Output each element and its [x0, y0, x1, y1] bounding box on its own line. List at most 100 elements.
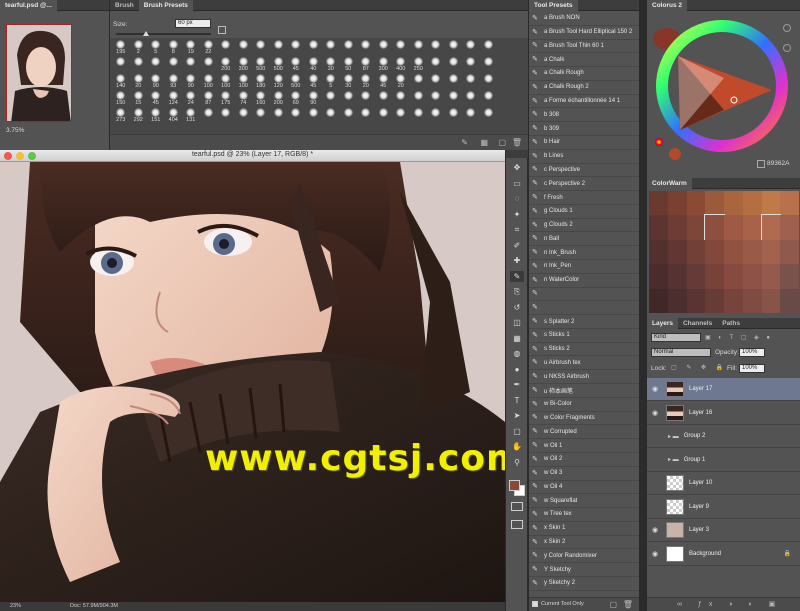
clone-stamp-tool-icon[interactable]: ⎘: [510, 286, 524, 297]
preset-item[interactable]: ✎ a Brush Tool Hard Elliptical 150 2: [529, 26, 639, 40]
brush-preset-cell[interactable]: [462, 57, 480, 74]
grid-icon[interactable]: ▦: [480, 138, 488, 147]
preset-item[interactable]: ✎ g Clouds 1: [529, 205, 639, 219]
color-swatch[interactable]: [705, 239, 724, 265]
color-swatch[interactable]: [704, 214, 725, 241]
brush-tool-icon[interactable]: ✎: [510, 270, 524, 282]
brush-preset-cell[interactable]: [357, 91, 375, 108]
layer-row[interactable]: ▸ ▬ Group 2: [647, 425, 800, 448]
color-swatch[interactable]: [780, 288, 799, 313]
brush-preset-cell[interactable]: [182, 57, 200, 74]
blend-mode-select[interactable]: Normal: [651, 348, 711, 357]
options-icon[interactable]: [783, 44, 791, 52]
gradient-tool-icon[interactable]: ▦: [510, 333, 524, 344]
brush-preset-cell[interactable]: 195: [112, 40, 130, 57]
brush-preset-cell[interactable]: 69: [287, 91, 305, 108]
layer-row[interactable]: ◉ Layer 17: [647, 378, 800, 401]
marquee-tool-icon[interactable]: ▭: [510, 178, 524, 189]
brush-preset-cell[interactable]: [410, 74, 428, 91]
brush-preset-cell[interactable]: [445, 57, 463, 74]
navigator-zoom[interactable]: 3.75%: [6, 127, 24, 134]
preset-item[interactable]: ✎ a Brush Tool Thin 60 1: [529, 40, 639, 54]
brush-preset-cell[interactable]: 120: [270, 74, 288, 91]
brush-preset-cell[interactable]: [200, 108, 218, 125]
brush-preset-cell[interactable]: 87: [357, 57, 375, 74]
brush-preset-cell[interactable]: 500: [252, 57, 270, 74]
preset-item[interactable]: ✎ w Bi-Color: [529, 398, 639, 412]
brush-preset-cell[interactable]: 45: [287, 57, 305, 74]
preset-item[interactable]: ✎ w Oil 2: [529, 453, 639, 467]
preset-item[interactable]: ✎ x Skin 1: [529, 522, 639, 536]
preset-item[interactable]: ✎ w Squareflat: [529, 494, 639, 509]
color-swatch[interactable]: [724, 264, 743, 289]
color-swatch[interactable]: [649, 191, 668, 216]
settings-icon[interactable]: [783, 24, 791, 32]
brush-preset-cell[interactable]: 45: [305, 74, 323, 91]
color-swatch[interactable]: [649, 264, 668, 289]
eyedropper-tool-icon[interactable]: ✐: [510, 240, 524, 251]
move-tool-icon[interactable]: ✥: [510, 162, 524, 173]
color-swatch[interactable]: [667, 239, 687, 265]
layer-row[interactable]: ▸ ▬ Group 1: [647, 449, 800, 472]
brush-preset-cell[interactable]: [462, 74, 480, 91]
brush-preset-cell[interactable]: 140: [112, 74, 130, 91]
crop-tool-icon[interactable]: ⌗: [510, 224, 524, 235]
brush-preset-cell[interactable]: [112, 57, 130, 74]
brush-preset-cell[interactable]: [410, 40, 428, 57]
brush-preset-cell[interactable]: [147, 57, 165, 74]
preset-item[interactable]: ✎ b Hair: [529, 136, 639, 150]
color-swatch[interactable]: [742, 239, 762, 265]
color-mode-icon[interactable]: [655, 138, 663, 146]
color-swatch[interactable]: [686, 239, 706, 265]
brush-preset-cell[interactable]: [375, 40, 393, 57]
preset-item[interactable]: ✎ a Forme échantillonnée 14 1: [529, 95, 639, 109]
brush-preset-cell[interactable]: 20: [130, 74, 148, 91]
brush-preset-cell[interactable]: [462, 108, 480, 125]
color-swatch[interactable]: [649, 288, 668, 313]
layer-row[interactable]: ◉ Layer 16: [647, 402, 800, 425]
brush-tool-icon[interactable]: ✎: [461, 138, 468, 147]
preset-item[interactable]: ✎ w Oil 1: [529, 439, 639, 453]
brush-preset-cell[interactable]: 87: [200, 91, 218, 108]
folder-icon[interactable]: ▸ ▬: [668, 456, 679, 463]
color-swatch[interactable]: [686, 288, 706, 313]
dodge-tool-icon[interactable]: ●: [510, 364, 524, 375]
brush-preset-cell[interactable]: [287, 108, 305, 125]
preset-item[interactable]: ✎ f Fresh: [529, 191, 639, 205]
preset-item[interactable]: ✎ a Brush NON: [529, 12, 639, 26]
tab-colorwarm[interactable]: ColorWarm: [647, 178, 692, 189]
tab-brush-presets[interactable]: Brush Presets: [138, 0, 193, 11]
tab-paths[interactable]: Paths: [717, 318, 745, 329]
brush-preset-cell[interactable]: [252, 40, 270, 57]
color-wheel[interactable]: [654, 18, 790, 154]
brush-preset-cell[interactable]: 40: [305, 57, 323, 74]
color-swatch[interactable]: [649, 215, 668, 240]
brush-preset-cell[interactable]: [480, 57, 498, 74]
brush-preset-cell[interactable]: [392, 91, 410, 108]
brush-preset-cell[interactable]: 175: [217, 91, 235, 108]
brush-preset-cell[interactable]: [217, 40, 235, 57]
brush-preset-cell[interactable]: 300: [235, 57, 253, 74]
brush-preset-cell[interactable]: [305, 108, 323, 125]
type-tool-icon[interactable]: T: [510, 395, 524, 406]
preset-item[interactable]: ✎ n Ball: [529, 232, 639, 247]
visibility-eye-icon[interactable]: ◉: [650, 526, 660, 534]
visibility-eye-icon[interactable]: ◉: [650, 409, 660, 417]
preset-item[interactable]: ✎ n Ink_Brush: [529, 246, 639, 261]
fill-input[interactable]: 100%: [739, 364, 765, 373]
size-input[interactable]: 60 px: [175, 19, 211, 28]
current-tool-only-checkbox[interactable]: [532, 601, 538, 607]
brush-preset-cell[interactable]: [427, 57, 445, 74]
preset-item[interactable]: ✎ s Splatter 2: [529, 315, 639, 329]
brush-preset-cell[interactable]: 160: [252, 91, 270, 108]
path-select-tool-icon[interactable]: ➤: [510, 410, 524, 421]
tab-colorus[interactable]: Colorus 2: [647, 0, 687, 11]
brush-preset-cell[interactable]: [480, 40, 498, 57]
lock-icons[interactable]: ▢ ✎ ✥ 🔒: [671, 364, 731, 372]
folder-icon[interactable]: ▸ ▬: [668, 433, 679, 440]
color-swatch[interactable]: [761, 191, 781, 216]
brush-preset-cell[interactable]: [445, 108, 463, 125]
preset-item[interactable]: ✎ c Perspective: [529, 164, 639, 178]
brush-preset-cell[interactable]: [480, 108, 498, 125]
brush-preset-cell[interactable]: 93: [165, 74, 183, 91]
